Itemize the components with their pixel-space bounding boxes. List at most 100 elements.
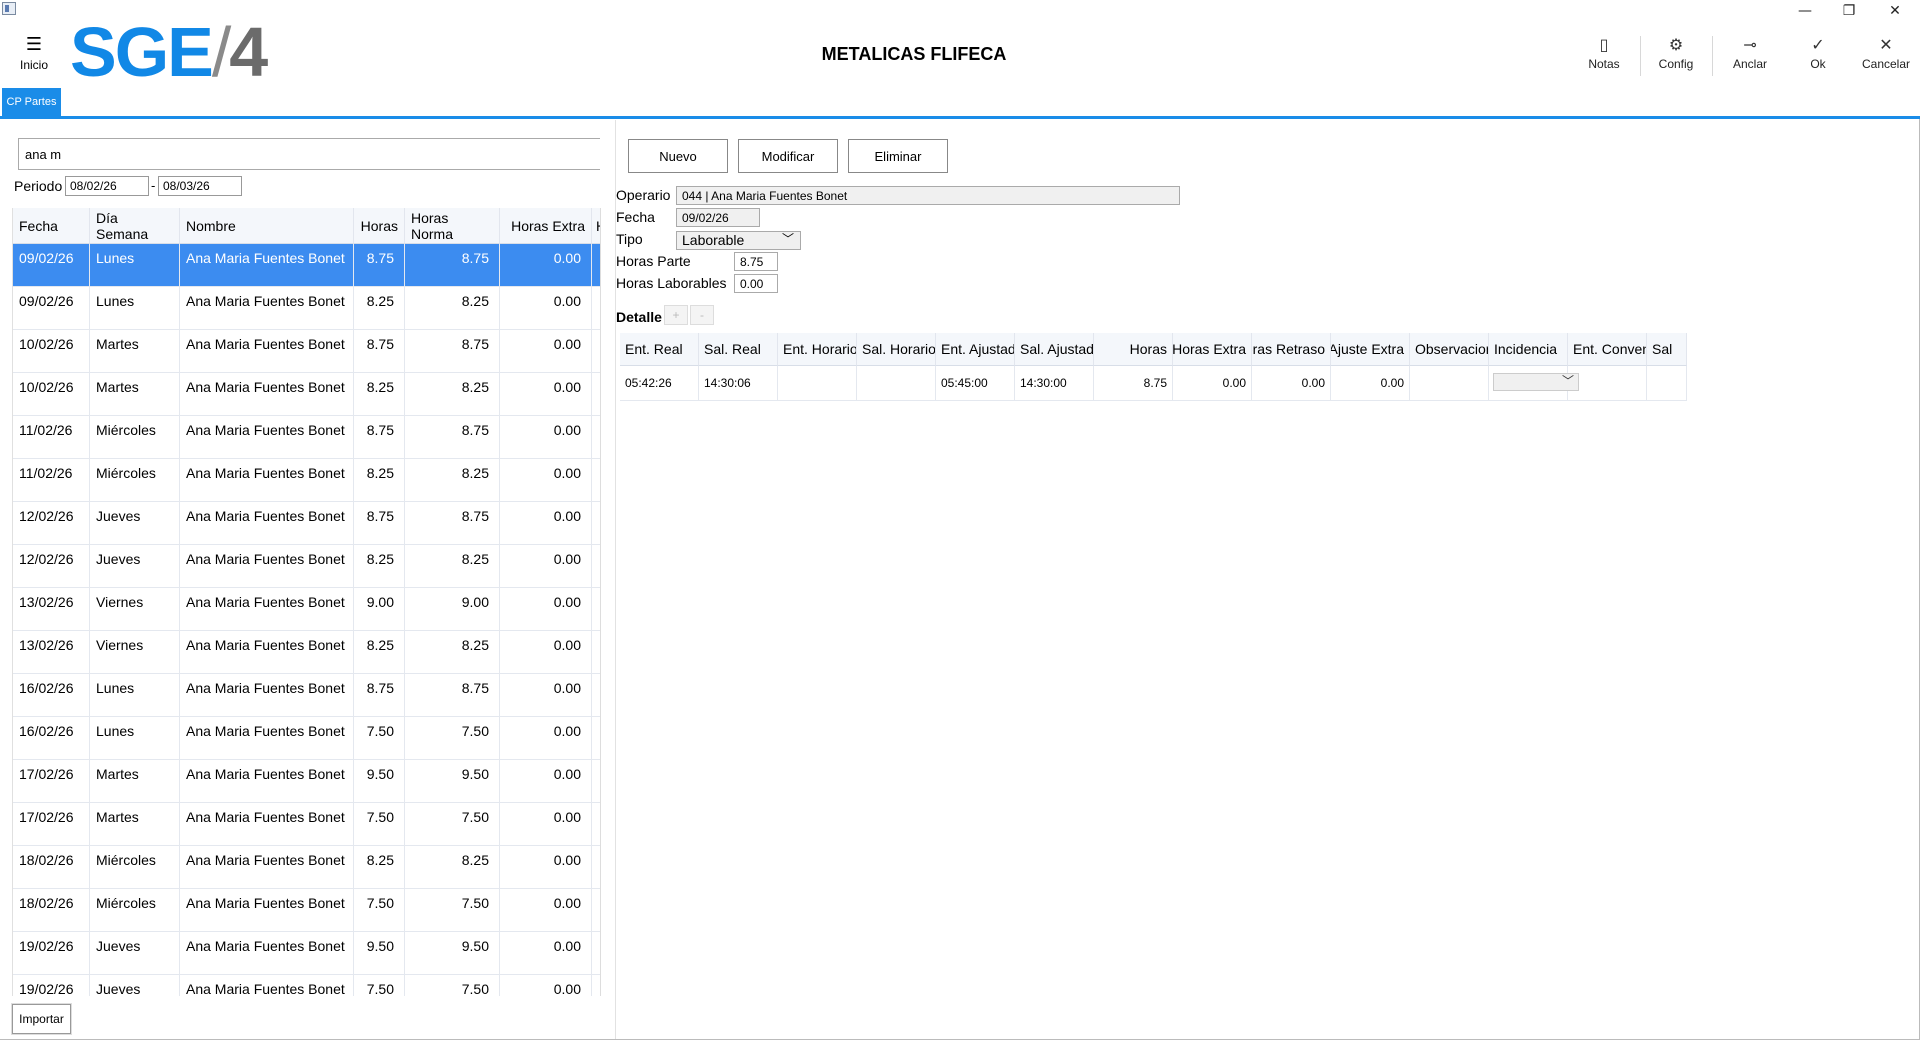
cell-fecha: 19/02/26 (13, 975, 90, 996)
column-header-horas-extra[interactable]: Horas Extra (1173, 333, 1252, 366)
table-row[interactable]: 13/02/26 Viernes Ana Maria Fuentes Bonet 9.… (13, 588, 600, 631)
column-header-sal-ajustada[interactable]: Sal. Ajustada (1015, 333, 1094, 366)
cell-nombre: Ana Maria Fuentes Bonet (180, 932, 354, 974)
table-row[interactable]: 11/02/26 Miércoles Ana Maria Fuentes Bonet… (13, 459, 600, 502)
table-row[interactable]: 09/02/26 Lunes Ana Maria Fuentes Bonet 8.25… (13, 287, 600, 330)
tipo-select[interactable]: Laborable ﹀ (676, 231, 801, 250)
column-header-ent-horario[interactable]: Ent. Horario (778, 333, 857, 366)
detail-cell-ent-real[interactable]: 05:42:26 (620, 366, 699, 401)
table-row[interactable]: 13/02/26 Viernes Ana Maria Fuentes Bonet 8.… (13, 631, 600, 674)
column-header-fecha[interactable]: Fecha (13, 208, 90, 244)
anclar-button[interactable]: ⊸ Anclar (1726, 36, 1774, 76)
cell-horas-extra: 0.00 (500, 717, 592, 759)
table-row[interactable]: 17/02/26 Martes Ana Maria Fuentes Bonet 7.5… (13, 803, 600, 846)
nuevo-button[interactable]: Nuevo (628, 139, 728, 173)
detail-cell-sal-horario[interactable] (857, 366, 936, 401)
table-row[interactable]: 19/02/26 Jueves Ana Maria Fuentes Bonet 9.5… (13, 932, 600, 975)
cancelar-label: Cancelar (1861, 57, 1911, 71)
notas-button[interactable]: ▯ Notas (1584, 36, 1624, 76)
detail-cell-incidencia[interactable]: ﹀ (1489, 366, 1579, 401)
column-header-ent-ajustada[interactable]: Ent. Ajustada (936, 333, 1015, 366)
detail-cell-sal-ajustada[interactable]: 14:30:00 (1015, 366, 1094, 401)
detail-cell-horas-retraso[interactable]: 0.00 (1252, 366, 1331, 401)
detail-cell-ent-ajustada[interactable]: 05:45:00 (936, 366, 1015, 401)
ok-button[interactable]: ✓ Ok (1800, 36, 1836, 76)
column-header-sal[interactable]: Sal (1647, 333, 1687, 366)
config-button[interactable]: ⚙ Config (1652, 36, 1700, 76)
column-header-sal-horario[interactable]: Sal. Horario (857, 333, 936, 366)
close-window-button[interactable]: ✕ (1872, 0, 1918, 22)
search-input[interactable] (18, 138, 600, 170)
table-row[interactable]: 12/02/26 Jueves Ana Maria Fuentes Bonet 8.7… (13, 502, 600, 545)
partes-grid[interactable]: Fecha Día Semana Nombre Horas Horas Norm… (12, 208, 600, 996)
table-row[interactable]: 10/02/26 Martes Ana Maria Fuentes Bonet 8.2… (13, 373, 600, 416)
detail-cell-horas-extra[interactable]: 0.00 (1173, 366, 1252, 401)
column-header-nombre[interactable]: Nombre (180, 208, 354, 244)
column-header-incidencia[interactable]: Incidencia (1489, 333, 1568, 366)
import-button[interactable]: Importar (12, 1004, 71, 1034)
table-row[interactable]: 12/02/26 Jueves Ana Maria Fuentes Bonet 8.2… (13, 545, 600, 588)
table-row[interactable]: 16/02/26 Lunes Ana Maria Fuentes Bonet 8.75… (13, 674, 600, 717)
minimize-button[interactable]: — (1782, 0, 1828, 22)
column-header-horas-retraso[interactable]: Horas Retraso (1252, 333, 1331, 366)
table-row[interactable]: 18/02/26 Miércoles Ana Maria Fuentes Bonet… (13, 846, 600, 889)
eliminar-button[interactable]: Eliminar (848, 139, 948, 173)
cell-nombre: Ana Maria Fuentes Bonet (180, 244, 354, 286)
cell-horas: 8.25 (354, 846, 405, 888)
cell-horas-extra: 0.00 (500, 760, 592, 802)
cell-extra (592, 846, 600, 888)
restore-button[interactable]: ❐ (1826, 0, 1872, 22)
column-header-observaciones[interactable]: Observaciones (1410, 333, 1489, 366)
column-header-horas-extra[interactable]: Horas Extra (500, 208, 592, 244)
date-from-field[interactable]: 08/02/26 (65, 176, 149, 196)
column-header-ajuste-extra[interactable]: Ajuste Extra (1331, 333, 1410, 366)
table-row[interactable]: 19/02/26 Jueves Ana Maria Fuentes Bonet 7.5… (13, 975, 600, 996)
incidencia-dropdown[interactable]: ﹀ (1493, 373, 1579, 391)
cancelar-button[interactable]: ✕ Cancelar (1860, 36, 1912, 76)
horas-parte-label: Horas Parte (616, 253, 691, 269)
table-row[interactable]: 10/02/26 Martes Ana Maria Fuentes Bonet 8.7… (13, 330, 600, 373)
modificar-button[interactable]: Modificar (738, 139, 838, 173)
operario-field[interactable]: 044 | Ana Maria Fuentes Bonet (676, 186, 1180, 205)
table-row[interactable]: 18/02/26 Miércoles Ana Maria Fuentes Bonet… (13, 889, 600, 932)
date-to-field[interactable]: 08/03/26 (158, 176, 242, 196)
cell-extra (592, 373, 600, 415)
column-header-horas-norma[interactable]: Horas Norma (405, 208, 500, 244)
cell-horas-extra: 0.00 (500, 631, 592, 673)
column-header-dia-semana[interactable]: Día Semana (90, 208, 180, 244)
cell-horas-extra: 0.00 (500, 846, 592, 888)
tab-cp-partes[interactable]: CP Partes (2, 88, 61, 116)
cell-horas-norma: 8.25 (405, 846, 500, 888)
column-header-horas[interactable]: Horas (354, 208, 405, 244)
detail-cell-ent-convenio[interactable] (1568, 366, 1647, 401)
cell-nombre: Ana Maria Fuentes Bonet (180, 975, 354, 996)
cell-horas: 8.75 (354, 502, 405, 544)
cell-horas-norma: 8.75 (405, 502, 500, 544)
cell-extra (592, 932, 600, 974)
cell-fecha: 13/02/26 (13, 631, 90, 673)
fecha-field[interactable]: 09/02/26 (676, 208, 760, 227)
remove-detail-button[interactable]: - (690, 305, 714, 325)
horas-laborables-field[interactable]: 0.00 (734, 274, 778, 293)
cell-fecha: 10/02/26 (13, 330, 90, 372)
cell-dia-semana: Miércoles (90, 459, 180, 501)
detail-cell-observaciones[interactable] (1410, 366, 1489, 401)
detail-cell-sal[interactable] (1647, 366, 1687, 401)
add-detail-button[interactable]: + (664, 305, 688, 325)
column-header-ent-real[interactable]: Ent. Real (620, 333, 699, 366)
horas-parte-field[interactable]: 8.75 (734, 252, 778, 271)
table-row[interactable]: 16/02/26 Lunes Ana Maria Fuentes Bonet 7.50… (13, 717, 600, 760)
detalle-grid[interactable]: Ent. Real 05:42:26 Sal. Real 14:30:06 Ent. H… (620, 333, 1910, 401)
column-header-horas[interactable]: Horas (1094, 333, 1173, 366)
column-header-truncated[interactable]: H (592, 208, 600, 244)
column-header-ent-convenio[interactable]: Ent. Convenio (1568, 333, 1647, 366)
detail-cell-horas[interactable]: 8.75 (1094, 366, 1173, 401)
detail-cell-sal-real[interactable]: 14:30:06 (699, 366, 778, 401)
table-row[interactable]: 11/02/26 Miércoles Ana Maria Fuentes Bonet… (13, 416, 600, 459)
detail-cell-ajuste-extra[interactable]: 0.00 (1331, 366, 1410, 401)
detail-cell-ent-horario[interactable] (778, 366, 857, 401)
table-row[interactable]: 17/02/26 Martes Ana Maria Fuentes Bonet 9.5… (13, 760, 600, 803)
cell-dia-semana: Lunes (90, 717, 180, 759)
table-row[interactable]: 09/02/26 Lunes Ana Maria Fuentes Bonet 8.75… (13, 244, 600, 287)
column-header-sal-real[interactable]: Sal. Real (699, 333, 778, 366)
